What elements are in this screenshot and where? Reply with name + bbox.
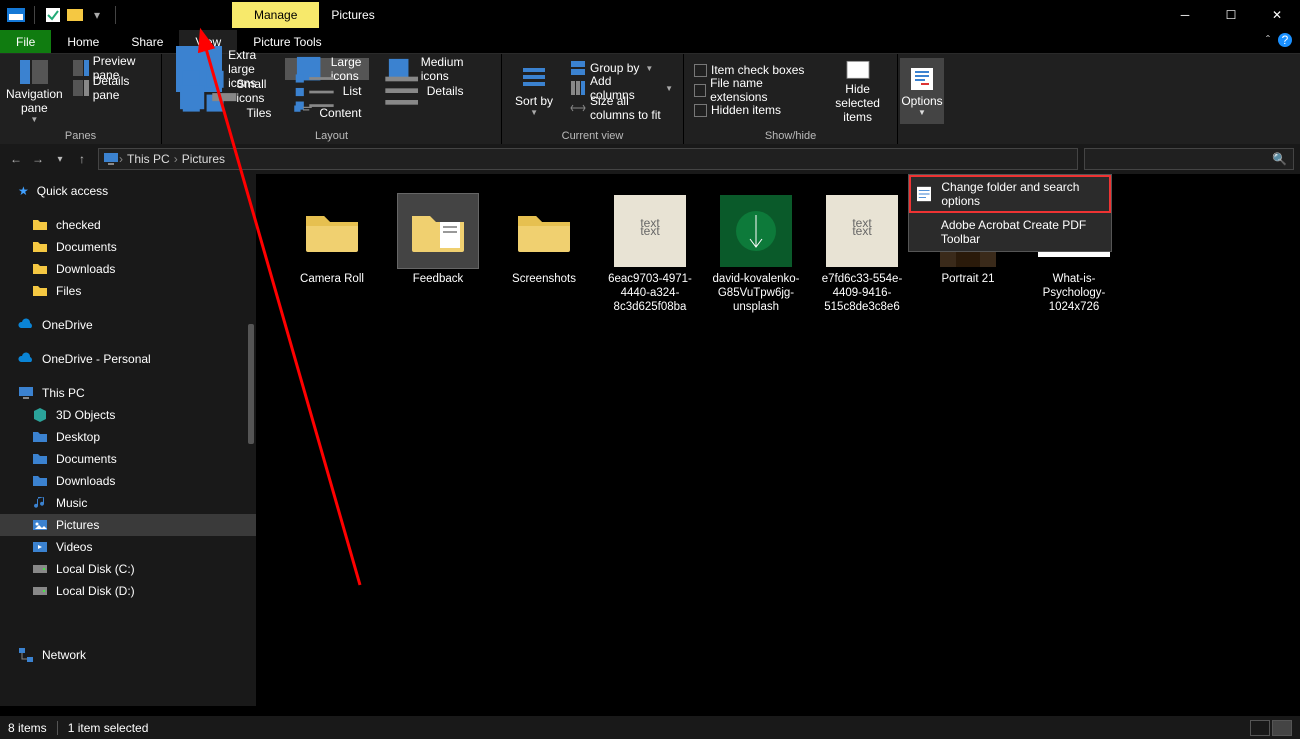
- folder-icon: [32, 217, 48, 233]
- file-item[interactable]: texttext6eac9703-4971-4440-a324-8c3d625f…: [604, 194, 696, 314]
- layout-details[interactable]: Details: [375, 80, 471, 102]
- disk-icon: [32, 561, 48, 577]
- cloud-icon: [18, 351, 34, 367]
- pictures-icon: [32, 517, 48, 533]
- options-button[interactable]: Options ▼: [900, 58, 944, 124]
- sidebar-network[interactable]: Network: [0, 644, 256, 666]
- current-view-group-label: Current view: [502, 130, 683, 144]
- window-title: Pictures: [331, 8, 374, 22]
- acrobat-toolbar[interactable]: Adobe Acrobat Create PDF Toolbar: [909, 213, 1111, 251]
- breadcrumb-pictures[interactable]: Pictures: [178, 152, 229, 166]
- music-icon: [32, 495, 48, 511]
- status-item-selected: 1 item selected: [68, 721, 149, 735]
- details-pane-label: Details pane: [93, 74, 151, 102]
- sidebar: ★ Quick access checkedDocumentsDownloads…: [0, 174, 256, 706]
- cube-icon: [32, 407, 48, 423]
- layout-content[interactable]: Content: [285, 102, 369, 124]
- breadcrumb[interactable]: › This PC › Pictures: [98, 148, 1078, 170]
- sidebar-item[interactable]: Downloads: [0, 470, 256, 492]
- layout-list[interactable]: List: [285, 80, 369, 102]
- forward-button[interactable]: →: [28, 149, 48, 169]
- show-hide-group-label: Show/hide: [684, 130, 897, 144]
- folder-icon: [32, 261, 48, 277]
- cloud-icon: [18, 317, 34, 333]
- sidebar-this-pc[interactable]: This PC: [0, 382, 256, 404]
- search-icon: 🔍: [1272, 152, 1287, 166]
- qat-folder-icon[interactable]: [65, 5, 85, 25]
- chevron-down-icon: ▼: [30, 115, 38, 124]
- sidebar-item[interactable]: Files: [0, 280, 256, 302]
- hidden-items-toggle[interactable]: Hidden items: [690, 100, 818, 120]
- video-icon: [32, 539, 48, 555]
- file-item[interactable]: texttexte7fd6c33-554e-4409-9416-515c8de3…: [816, 194, 908, 314]
- pc-icon: [103, 152, 119, 166]
- layout-group-label: Layout: [162, 130, 501, 144]
- file-extensions-toggle[interactable]: File name extensions: [690, 80, 818, 100]
- up-button[interactable]: ↑: [72, 149, 92, 169]
- sidebar-item[interactable]: Desktop: [0, 426, 256, 448]
- qat-overflow-icon[interactable]: ▾: [87, 5, 107, 25]
- sidebar-item[interactable]: Pictures: [0, 514, 256, 536]
- pc-icon: [18, 385, 34, 401]
- navigation-pane-label: Navigation pane: [6, 87, 63, 115]
- maximize-button[interactable]: ☐: [1208, 0, 1254, 30]
- tab-share[interactable]: Share: [115, 30, 179, 53]
- svg-text:?: ?: [1282, 33, 1289, 47]
- star-icon: ★: [18, 184, 29, 198]
- folder-icon: [32, 283, 48, 299]
- back-button[interactable]: ←: [6, 149, 26, 169]
- explorer-icon: [6, 5, 26, 25]
- folder-icon: [32, 473, 48, 489]
- sidebar-item[interactable]: Downloads: [0, 258, 256, 280]
- sidebar-item[interactable]: Videos: [0, 536, 256, 558]
- sidebar-item[interactable]: Local Disk (C:): [0, 558, 256, 580]
- qat-checkbox-icon[interactable]: [43, 5, 63, 25]
- size-all-columns-button[interactable]: Size all columns to fit: [566, 98, 677, 118]
- sidebar-item[interactable]: Documents: [0, 236, 256, 258]
- recent-dropdown[interactable]: ▾: [50, 149, 70, 169]
- sidebar-quick-access[interactable]: ★ Quick access: [0, 180, 256, 202]
- sidebar-item[interactable]: checked: [0, 214, 256, 236]
- change-folder-options[interactable]: Change folder and search options: [909, 175, 1111, 213]
- svg-text:text: text: [640, 224, 660, 238]
- collapse-ribbon-icon[interactable]: ˆ: [1266, 33, 1270, 47]
- svg-text:text: text: [852, 224, 872, 238]
- sidebar-item[interactable]: 3D Objects: [0, 404, 256, 426]
- folder-icon: [32, 451, 48, 467]
- close-button[interactable]: ✕: [1254, 0, 1300, 30]
- sidebar-onedrive-personal[interactable]: OneDrive - Personal: [0, 348, 256, 370]
- sidebar-item[interactable]: Documents: [0, 448, 256, 470]
- folder-icon: [32, 429, 48, 445]
- manage-tab[interactable]: Manage: [232, 2, 319, 28]
- status-item-count: 8 items: [8, 721, 47, 735]
- breadcrumb-this-pc[interactable]: This PC: [123, 152, 174, 166]
- sidebar-item[interactable]: Local Disk (D:): [0, 580, 256, 602]
- file-item[interactable]: Screenshots: [498, 194, 590, 314]
- navigation-pane-button[interactable]: Navigation pane ▼: [6, 58, 63, 124]
- file-item[interactable]: Camera Roll: [286, 194, 378, 314]
- chevron-down-icon: ▼: [918, 108, 926, 117]
- hide-selected-button[interactable]: Hide selected items: [824, 58, 891, 124]
- tab-home[interactable]: Home: [51, 30, 115, 53]
- layout-tiles[interactable]: Tiles: [168, 102, 279, 124]
- view-details-button[interactable]: [1250, 720, 1270, 736]
- sidebar-item[interactable]: Music: [0, 492, 256, 514]
- file-item[interactable]: david-kovalenko-G85VuTpw6jg-unsplash: [710, 194, 802, 314]
- file-item[interactable]: Feedback: [392, 194, 484, 314]
- chevron-down-icon: ▼: [530, 108, 538, 117]
- network-icon: [18, 647, 34, 663]
- sidebar-onedrive[interactable]: OneDrive: [0, 314, 256, 336]
- panes-group-label: Panes: [0, 130, 161, 144]
- search-input[interactable]: 🔍: [1084, 148, 1294, 170]
- disk-icon: [32, 583, 48, 599]
- help-icon[interactable]: ?: [1278, 33, 1292, 47]
- view-large-button[interactable]: [1272, 720, 1292, 736]
- minimize-button[interactable]: ─: [1162, 0, 1208, 30]
- folder-icon: [32, 239, 48, 255]
- details-pane-button[interactable]: Details pane: [69, 78, 155, 98]
- content-area[interactable]: Camera RollFeedbackScreenshotstexttext6e…: [256, 174, 1300, 706]
- sort-by-button[interactable]: Sort by ▼: [508, 58, 560, 124]
- tab-file[interactable]: File: [0, 30, 51, 53]
